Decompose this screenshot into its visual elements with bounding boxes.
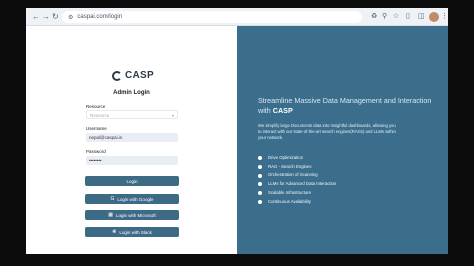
bullet-icon [258,173,262,178]
login-title: Admin Login [113,90,150,96]
resource-label: Resource [86,104,106,109]
zoom-icon[interactable]: ⚲ [382,12,387,22]
casp-logo-icon [112,70,122,81]
brand-logo: CASP [112,70,154,81]
feature-label: Scalable Infrastructure [268,189,311,195]
feature-item: RAG - Search Engines [258,163,336,172]
login-panel: CASP Admin Login Resource Resource ▾ Use… [26,26,237,254]
feature-label: RAG - Search Engines [268,163,312,169]
browser-toolbar: ← → ↻ ⚙ caspai.com/login ♻ ⚲ ☆ ▯ ◫ ⋮ [26,8,448,26]
brand-name: CASP [125,70,154,81]
slack-login-label: Login with Slack [119,229,152,235]
feature-list: Drive Optimization RAG - Search Engines … [258,154,336,206]
feature-label: Orchestration of Scanning [268,172,318,178]
feature-item: Orchestration of Scanning [258,171,336,180]
microsoft-login-label: Login with Microsoft [115,212,156,218]
promo-description: We simplify large Documents data into In… [258,123,396,140]
chevron-down-icon: ▾ [171,113,174,118]
profile-avatar[interactable] [429,12,439,22]
feature-label: Continuous Availability [268,198,311,204]
bookmark-star-icon[interactable]: ☆ [393,12,399,22]
google-login-button[interactable]: G Login with Google [85,194,179,204]
username-input[interactable]: nepal@caspai.in [86,133,178,142]
feature-item: Drive Optimization [258,154,336,163]
address-bar[interactable]: ⚙ caspai.com/login [62,11,362,23]
slack-icon: ❋ [112,228,117,235]
feature-item: Scalable Infrastructure [258,189,336,198]
resource-select[interactable]: Resource ▾ [86,110,178,119]
promo-headline: Streamline Massive Data Management and I… [258,96,438,116]
feature-item: Continuous Availability [258,198,336,207]
bullet-icon [258,191,262,196]
site-info-icon[interactable]: ⚙ [68,14,73,21]
password-input[interactable]: •••••••• [86,156,178,165]
extensions-icon[interactable]: ▯ [406,12,410,22]
password-label: Password [86,149,106,154]
browser-window: ← → ↻ ⚙ caspai.com/login ♻ ⚲ ☆ ▯ ◫ ⋮ CAS… [26,8,448,254]
promo-headline-brand: CASP [272,106,293,115]
back-icon[interactable]: ← [32,12,40,22]
login-button[interactable]: Login [85,176,179,186]
forward-icon[interactable]: → [42,12,50,22]
bullet-icon [258,182,262,187]
menu-kebab-icon[interactable]: ⋮ [441,12,448,22]
feature-item: LLMs for Advanced Data Interaction [258,180,336,189]
feature-label: LLMs for Advanced Data Interaction [268,181,337,187]
resource-placeholder: Resource [90,113,110,118]
translate-icon[interactable]: ♻ [371,12,377,22]
url-text: caspai.com/login [77,14,123,20]
bullet-icon [258,156,262,161]
microsoft-login-button[interactable]: ▦ Login with Microsoft [85,210,179,220]
feature-label: Drive Optimization [268,155,304,160]
reload-icon[interactable]: ↻ [52,12,59,22]
google-icon: G [110,195,115,202]
username-label: Username [86,126,107,131]
login-button-label: Login [126,178,138,184]
promo-panel: Streamline Massive Data Management and I… [237,26,448,254]
sidepanel-icon[interactable]: ◫ [418,12,425,22]
slack-login-button[interactable]: ❋ Login with Slack [85,227,179,237]
bullet-icon [258,199,262,204]
google-login-label: Login with Google [117,196,154,202]
bullet-icon [258,165,262,170]
microsoft-icon: ▦ [108,211,113,218]
